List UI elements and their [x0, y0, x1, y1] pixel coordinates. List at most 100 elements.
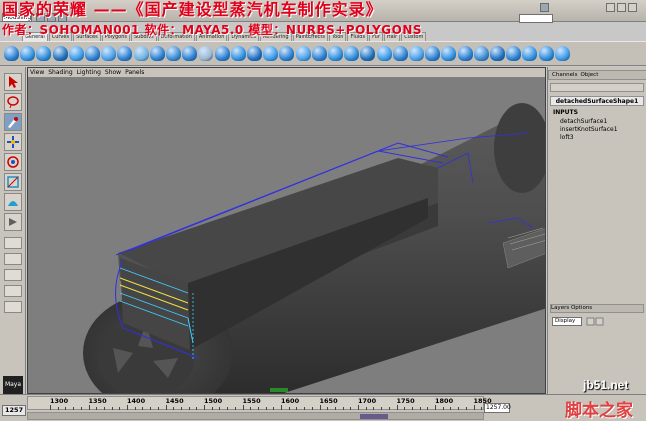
frame-tick: [111, 407, 113, 410]
object-menu[interactable]: Object: [580, 71, 598, 79]
viewport-menu-lighting[interactable]: Lighting: [77, 68, 101, 77]
frame-tick: [304, 407, 306, 410]
plane-icon[interactable]: [68, 46, 84, 61]
range-slider-handle[interactable]: [360, 414, 388, 419]
scene-3d-view[interactable]: [28, 78, 546, 394]
input-node[interactable]: loft3: [560, 134, 574, 141]
stitch-icon[interactable]: [392, 46, 408, 61]
extrude-icon[interactable]: [198, 46, 214, 61]
attach-icon[interactable]: [279, 46, 295, 61]
watermark-domain: jb51.net: [583, 378, 629, 392]
maximize-icon[interactable]: [617, 3, 626, 12]
layer-buttons[interactable]: [586, 317, 626, 326]
viewport-menu-shading[interactable]: Shading: [48, 68, 72, 77]
channel-box: Channels Object detachedSurfaceShape1 IN…: [547, 67, 646, 394]
frame-tick: [165, 405, 167, 410]
scale-tool-icon[interactable]: [4, 173, 22, 191]
frame-tick-label: 1650: [319, 397, 338, 405]
smooth-icon[interactable]: [538, 46, 554, 61]
current-time-field[interactable]: 1257.00: [484, 403, 511, 413]
bevel-icon[interactable]: [554, 46, 570, 61]
close-icon[interactable]: [628, 3, 637, 12]
intersect-icon[interactable]: [376, 46, 392, 61]
rebuild-icon[interactable]: [328, 46, 343, 61]
poly-sphere-icon[interactable]: [409, 46, 424, 61]
torus-icon[interactable]: [85, 46, 100, 61]
move-tool-icon[interactable]: [4, 133, 22, 151]
frame-tick: [334, 407, 336, 410]
fillet-icon[interactable]: [344, 46, 360, 61]
quick-select-field[interactable]: [519, 14, 553, 23]
poly-plane-icon[interactable]: [473, 46, 489, 61]
input-node[interactable]: detachSurface1: [560, 118, 607, 125]
combine-icon[interactable]: [506, 46, 522, 61]
frame-tick: [157, 407, 159, 410]
layers-menu[interactable]: Layers Options: [551, 305, 592, 311]
range-start-field[interactable]: 1257: [2, 405, 26, 416]
hypershade-layout-icon[interactable]: [4, 301, 22, 313]
frame-tick: [65, 407, 67, 410]
perspective-viewport[interactable]: View Shading Lighting Show Panels: [27, 67, 546, 394]
circle-icon[interactable]: [101, 46, 117, 61]
loft-icon[interactable]: [166, 46, 181, 61]
surface-icon[interactable]: [149, 46, 165, 61]
birail-icon[interactable]: [230, 46, 246, 61]
paint-select-tool-icon[interactable]: [4, 113, 22, 131]
shape-node-name[interactable]: detachedSurfaceShape1: [550, 96, 644, 106]
channel-box-toggle[interactable]: [550, 83, 644, 92]
frame-tick: [219, 407, 221, 410]
channels-menu[interactable]: Channels: [552, 71, 577, 79]
lasso-tool-icon[interactable]: [4, 93, 22, 111]
single-pane-layout-icon[interactable]: [4, 237, 22, 249]
time-ruler[interactable]: 1300 1350 1400 1450 1500 1550 1600 1650 1700 1750…: [27, 396, 506, 410]
frame-tick: [342, 407, 344, 410]
range-slider[interactable]: [27, 412, 484, 420]
minimize-icon[interactable]: [606, 3, 615, 12]
manipulator-handle[interactable]: [270, 388, 288, 392]
frame-tick: [242, 405, 244, 410]
poly-cylinder-icon[interactable]: [441, 46, 457, 61]
rotate-tool-icon[interactable]: [4, 153, 22, 171]
frame-tick: [180, 407, 182, 410]
frame-tick-label: 1750: [396, 397, 415, 405]
frame-tick-label: 1800: [435, 397, 454, 405]
frame-tick: [250, 407, 252, 410]
frame-tick: [327, 407, 329, 410]
planar-icon[interactable]: [214, 46, 230, 61]
poly-cube-icon[interactable]: [425, 46, 441, 61]
cone-icon[interactable]: [52, 46, 68, 61]
four-pane-layout-icon[interactable]: [4, 253, 22, 265]
viewport-menu-view[interactable]: View: [30, 68, 44, 77]
viewport-menu-panels[interactable]: Panels: [125, 68, 144, 77]
render-icon[interactable]: [540, 3, 549, 12]
poly-torus-icon[interactable]: [490, 46, 505, 61]
two-pane-layout-icon[interactable]: [4, 269, 22, 281]
split-icon[interactable]: [522, 46, 538, 61]
poly-cone-icon[interactable]: [457, 46, 473, 61]
detach-icon[interactable]: [295, 46, 311, 61]
boundary-icon[interactable]: [247, 46, 262, 61]
viewport-menu-show[interactable]: Show: [105, 68, 121, 77]
insert-isoparm-icon[interactable]: [311, 46, 327, 61]
frame-tick: [142, 407, 144, 410]
frame-tick: [365, 407, 367, 410]
shelf: [0, 41, 646, 66]
revolve-icon[interactable]: [182, 46, 198, 61]
last-tool-icon[interactable]: [4, 213, 22, 231]
frame-tick: [281, 405, 282, 410]
input-node[interactable]: insertKnotSurface1: [560, 126, 618, 133]
trim-icon[interactable]: [263, 46, 279, 61]
curve-icon[interactable]: [133, 46, 149, 61]
cylinder-icon[interactable]: [36, 46, 52, 61]
frame-tick: [450, 407, 452, 410]
sphere-icon[interactable]: [4, 46, 19, 61]
outliner-layout-icon[interactable]: [4, 285, 22, 297]
cube-icon[interactable]: [20, 46, 36, 61]
manipulator-tool-icon[interactable]: [4, 193, 22, 211]
layer-type-select[interactable]: Display: [552, 317, 582, 326]
square-icon[interactable]: [117, 46, 133, 61]
project-icon[interactable]: [360, 46, 376, 61]
select-tool-icon[interactable]: [4, 73, 22, 91]
frame-tick-label: 1300: [50, 397, 69, 405]
frame-tick: [296, 407, 298, 410]
